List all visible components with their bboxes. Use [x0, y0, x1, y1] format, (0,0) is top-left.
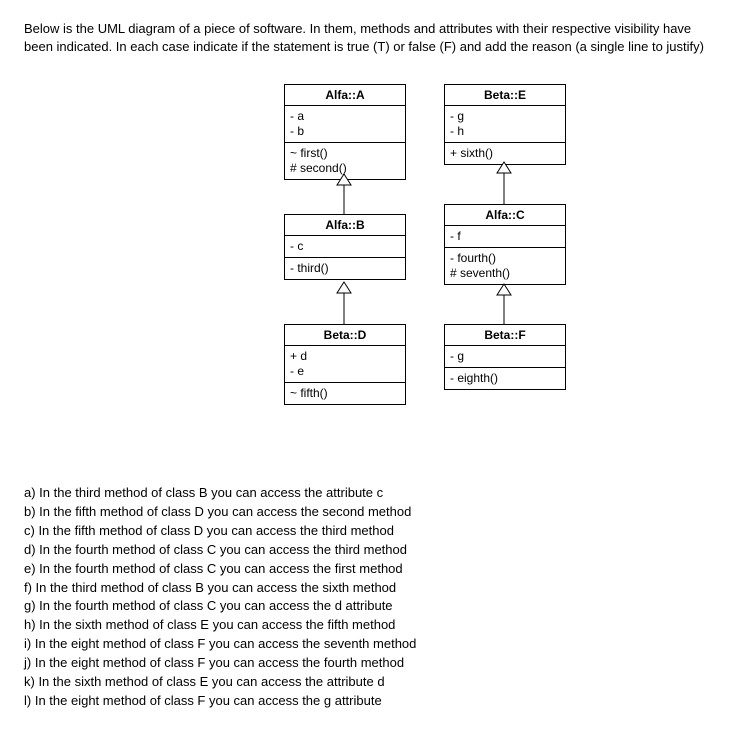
uml-attr: - e: [290, 364, 400, 379]
question-j: j) In the eight method of class F you ca…: [24, 654, 723, 673]
question-a: a) In the third method of class B you ca…: [24, 484, 723, 503]
uml-class-beta-d: Beta::D + d - e ~ fifth(): [284, 324, 406, 405]
question-c: c) In the fifth method of class D you ca…: [24, 522, 723, 541]
uml-attr: - h: [450, 124, 560, 139]
question-b: b) In the fifth method of class D you ca…: [24, 503, 723, 522]
uml-ops: + sixth(): [445, 143, 565, 164]
inheritance-arrow-c-to-e: [497, 162, 511, 204]
question-e: e) In the fourth method of class C you c…: [24, 560, 723, 579]
uml-ops: - fourth() # seventh(): [445, 248, 565, 284]
uml-op: - third(): [290, 261, 400, 276]
uml-class-beta-e: Beta::E - g - h + sixth(): [444, 84, 566, 165]
uml-op: - eighth(): [450, 371, 560, 386]
uml-attr: - b: [290, 124, 400, 139]
uml-ops: ~ fifth(): [285, 383, 405, 404]
question-g: g) In the fourth method of class C you c…: [24, 597, 723, 616]
uml-attr: + d: [290, 349, 400, 364]
intro-text: Below is the UML diagram of a piece of s…: [24, 20, 723, 56]
uml-name: Alfa::B: [285, 215, 405, 236]
uml-name: Alfa::C: [445, 205, 565, 226]
uml-class-alfa-c: Alfa::C - f - fourth() # seventh(): [444, 204, 566, 285]
uml-attrs: - g: [445, 346, 565, 368]
question-h: h) In the sixth method of class E you ca…: [24, 616, 723, 635]
uml-attrs: - c: [285, 236, 405, 258]
uml-op: # seventh(): [450, 266, 560, 281]
question-l: l) In the eight method of class F you ca…: [24, 692, 723, 711]
uml-name: Beta::F: [445, 325, 565, 346]
inheritance-arrow-f-to-c: [497, 284, 511, 324]
uml-attr: - a: [290, 109, 400, 124]
uml-name: Beta::E: [445, 85, 565, 106]
uml-ops: - third(): [285, 258, 405, 279]
uml-class-beta-f: Beta::F - g - eighth(): [444, 324, 566, 390]
uml-class-alfa-b: Alfa::B - c - third(): [284, 214, 406, 280]
question-d: d) In the fourth method of class C you c…: [24, 541, 723, 560]
uml-attrs: - g - h: [445, 106, 565, 143]
inheritance-arrow-b-to-a: [337, 174, 351, 214]
uml-attrs: - f: [445, 226, 565, 248]
uml-attr: - f: [450, 229, 560, 244]
uml-name: Alfa::A: [285, 85, 405, 106]
uml-op: + sixth(): [450, 146, 560, 161]
question-i: i) In the eight method of class F you ca…: [24, 635, 723, 654]
uml-attrs: + d - e: [285, 346, 405, 383]
uml-class-alfa-a: Alfa::A - a - b ~ first() # second(): [284, 84, 406, 180]
questions-list: a) In the third method of class B you ca…: [24, 484, 723, 710]
uml-attr: - g: [450, 109, 560, 124]
uml-attr: - g: [450, 349, 560, 364]
uml-op: - fourth(): [450, 251, 560, 266]
uml-attrs: - a - b: [285, 106, 405, 143]
uml-op: ~ fifth(): [290, 386, 400, 401]
uml-ops: - eighth(): [445, 368, 565, 389]
inheritance-arrow-d-to-b: [337, 282, 351, 324]
question-f: f) In the third method of class B you ca…: [24, 579, 723, 598]
question-k: k) In the sixth method of class E you ca…: [24, 673, 723, 692]
uml-attr: - c: [290, 239, 400, 254]
uml-op: ~ first(): [290, 146, 400, 161]
uml-name: Beta::D: [285, 325, 405, 346]
uml-diagram: Alfa::A - a - b ~ first() # second() Bet…: [264, 84, 723, 464]
